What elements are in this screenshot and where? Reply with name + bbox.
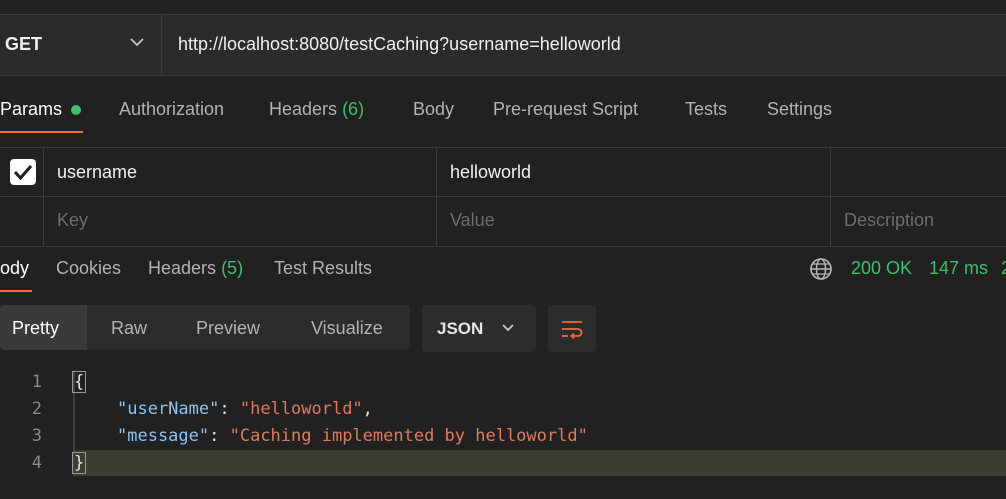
url-input[interactable]: http://localhost:8080/testCaching?userna… — [178, 34, 621, 55]
row-divider — [0, 196, 1006, 197]
params-indicator-dot — [71, 105, 81, 115]
json-colon: : — [209, 426, 230, 446]
chevron-down-icon — [502, 324, 514, 332]
json-string-value: "Caching implemented by helloworld" — [229, 426, 588, 446]
json-open-brace: { — [72, 371, 87, 393]
line-number: 1 — [31, 372, 42, 392]
tab-authorization[interactable]: Authorization — [119, 99, 224, 120]
language-label: JSON — [437, 319, 484, 338]
tab-cookies[interactable]: Cookies — [56, 258, 121, 279]
tab-params[interactable]: Params — [0, 99, 62, 120]
method-label: GET — [5, 34, 43, 54]
param-key[interactable]: username — [57, 162, 137, 183]
pretty-button[interactable]: Pretty — [12, 318, 59, 339]
params-table: username helloworld Key Value Descriptio… — [0, 147, 1006, 247]
language-select[interactable]: JSON — [422, 305, 536, 352]
json-line-message: "message": "Caching implemented by hello… — [117, 426, 588, 446]
visualize-button[interactable]: Visualize — [311, 318, 383, 339]
request-bar: GET http://localhost:8080/testCaching?us… — [0, 14, 1006, 76]
json-close-brace: } — [72, 452, 87, 474]
raw-button[interactable]: Raw — [111, 318, 147, 339]
globe-icon[interactable] — [809, 257, 833, 281]
key-input-placeholder[interactable]: Key — [57, 210, 88, 231]
wrap-lines-button[interactable] — [548, 305, 596, 352]
tab-test-results[interactable]: Test Results — [274, 258, 372, 279]
tab-response-headers[interactable]: Headers (5) — [148, 258, 243, 279]
value-input-placeholder[interactable]: Value — [450, 210, 495, 231]
tab-settings[interactable]: Settings — [767, 99, 832, 120]
tab-response-body[interactable]: ody — [0, 258, 29, 279]
json-line-username: "userName": "helloworld", — [117, 399, 373, 419]
response-size[interactable]: 2 — [1001, 258, 1006, 279]
active-response-tab-underline — [0, 290, 32, 292]
description-input-placeholder[interactable]: Description — [844, 210, 934, 231]
line-number: 4 — [31, 453, 42, 473]
json-comma: , — [362, 399, 373, 419]
wrap-lines-icon — [562, 321, 583, 340]
headers-count: (6) — [342, 99, 365, 119]
tab-headers-label: Headers — [269, 99, 338, 119]
line-number: 3 — [31, 426, 42, 446]
current-line-highlight — [73, 450, 1006, 476]
method-select[interactable]: GET — [0, 15, 162, 75]
column-divider — [43, 148, 44, 246]
preview-button[interactable]: Preview — [196, 318, 260, 339]
status-code[interactable]: 200 OK — [851, 258, 912, 279]
response-headers-count: (5) — [221, 258, 244, 278]
json-key: "message" — [117, 426, 210, 446]
tab-response-headers-label: Headers — [148, 258, 217, 278]
tab-body[interactable]: Body — [413, 99, 454, 120]
param-value[interactable]: helloworld — [450, 162, 531, 183]
tab-prerequest-script[interactable]: Pre-request Script — [493, 99, 638, 120]
column-divider — [830, 148, 831, 246]
json-colon: : — [219, 399, 240, 419]
json-string-value: "helloworld" — [239, 399, 363, 419]
line-number: 2 — [31, 399, 42, 419]
checkmark-icon — [13, 165, 33, 181]
chevron-down-icon — [130, 38, 144, 47]
param-enabled-checkbox[interactable] — [10, 159, 36, 185]
tab-tests[interactable]: Tests — [685, 99, 727, 120]
response-time[interactable]: 147 ms — [929, 258, 988, 279]
tab-headers[interactable]: Headers (6) — [269, 99, 364, 120]
active-tab-underline — [0, 131, 83, 133]
format-toggle-group: Pretty Raw Preview Visualize — [0, 305, 410, 350]
json-key: "userName" — [117, 399, 220, 419]
column-divider — [436, 148, 437, 246]
